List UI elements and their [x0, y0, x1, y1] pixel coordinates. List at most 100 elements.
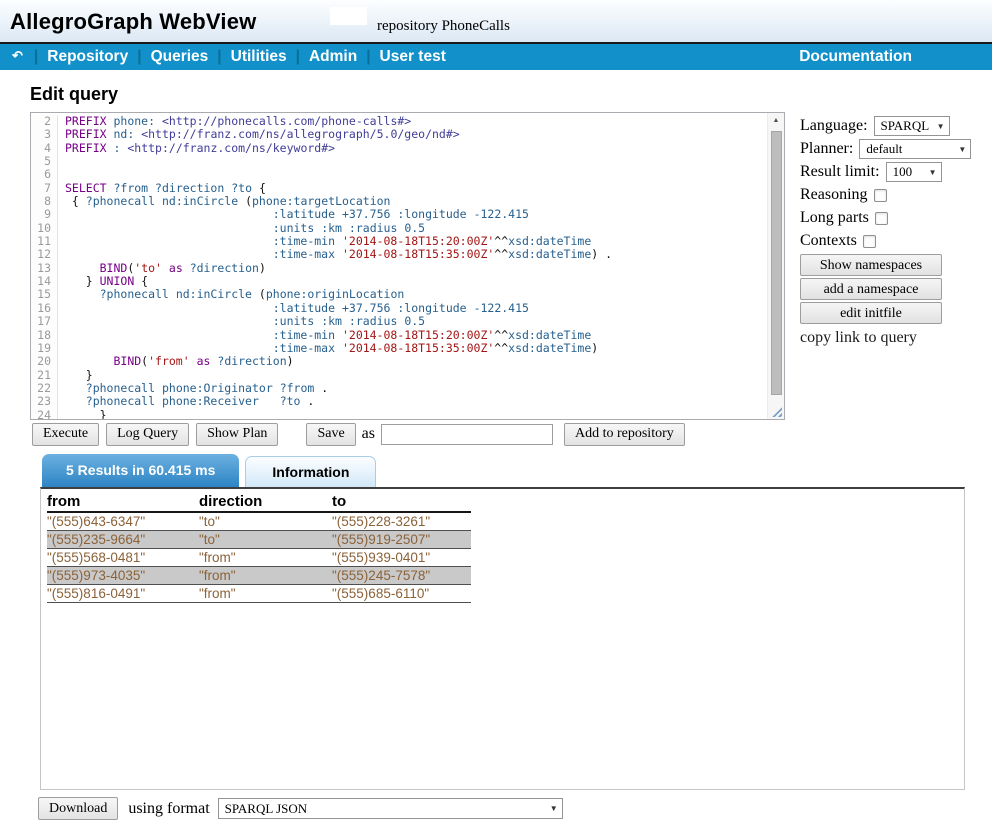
code-text[interactable]: ?phonecall nd:inCircle (phone:originLoca…: [65, 288, 404, 301]
long-parts-checkbox[interactable]: [875, 212, 888, 225]
tab-results[interactable]: 5 Results in 60.415 ms: [42, 454, 239, 487]
line-number: 7: [31, 182, 58, 195]
line-number: 15: [31, 288, 58, 301]
show-namespaces-button[interactable]: Show namespaces: [800, 254, 942, 276]
planner-select[interactable]: default ▼: [859, 139, 971, 159]
line-number: 4: [31, 142, 58, 155]
table-cell: "from": [199, 567, 332, 584]
code-line: 20 BIND('from' as ?direction): [31, 355, 767, 368]
code-text[interactable]: :time-min '2014-08-18T15:20:00Z'^^xsd:da…: [65, 235, 591, 248]
nav-item-user-test[interactable]: User test: [380, 48, 446, 66]
line-number: 12: [31, 248, 58, 261]
code-text[interactable]: :units :km :radius 0.5: [65, 222, 425, 235]
save-button[interactable]: Save: [306, 423, 355, 446]
nav-separator: |: [34, 48, 38, 66]
table-cell: "(555)245-7578": [332, 567, 471, 584]
nav-item-utilities[interactable]: Utilities: [231, 48, 287, 66]
code-line: 23 ?phonecall phone:Receiver ?to .: [31, 395, 767, 408]
code-line: 21 }: [31, 369, 767, 382]
code-line: 22 ?phonecall phone:Originator ?from .: [31, 382, 767, 395]
line-number: 21: [31, 369, 58, 382]
scroll-up-icon[interactable]: ▲: [768, 113, 784, 129]
code-line: 15 ?phonecall nd:inCircle (phone:originL…: [31, 288, 767, 301]
planner-value: default: [866, 141, 902, 157]
nav-item-queries[interactable]: Queries: [151, 48, 209, 66]
code-text[interactable]: :units :km :radius 0.5: [65, 315, 425, 328]
code-text[interactable]: } UNION {: [65, 275, 148, 288]
code-text[interactable]: :latitude +37.756 :longitude -122.415: [65, 208, 529, 221]
table-row: "(555)973-4035""from""(555)245-7578": [47, 567, 471, 585]
nav-separator: |: [217, 48, 221, 66]
chevron-down-icon: ▼: [937, 122, 945, 131]
code-line: 6: [31, 168, 767, 181]
code-text[interactable]: PREFIX phone: <http://phonecalls.com/pho…: [65, 115, 411, 128]
app-window: AllegroGraph WebView repository PhoneCal…: [0, 0, 992, 828]
log-query-button[interactable]: Log Query: [106, 423, 189, 446]
results-tabs: 5 Results in 60.415 ms Information: [42, 454, 376, 487]
code-line: 13 BIND('to' as ?direction): [31, 262, 767, 275]
code-line: 4 PREFIX : <http://franz.com/ns/keyword#>: [31, 142, 767, 155]
add-namespace-button[interactable]: add a namespace: [800, 278, 942, 300]
results-body: "(555)643-6347""to""(555)228-3261" "(555)…: [47, 513, 471, 603]
code-text[interactable]: PREFIX nd: <http://franz.com/ns/allegrog…: [65, 128, 460, 141]
query-options-sidebar: Language: SPARQL ▼ Planner: default ▼ Re…: [800, 116, 992, 347]
show-plan-button[interactable]: Show Plan: [196, 423, 278, 446]
format-select[interactable]: SPARQL JSON ▼: [218, 798, 563, 819]
table-cell: "(555)568-0481": [47, 549, 199, 566]
line-number: 2: [31, 115, 58, 128]
code-text[interactable]: BIND('from' as ?direction): [65, 355, 294, 368]
column-header-from: from: [47, 492, 199, 511]
download-button[interactable]: Download: [38, 797, 118, 820]
query-editor[interactable]: 2 PREFIX phone: <http://phonecalls.com/ph…: [30, 112, 785, 420]
table-row: "(555)643-6347""to""(555)228-3261": [47, 513, 471, 531]
code-line: 16 :latitude +37.756 :longitude -122.415: [31, 302, 767, 315]
line-number: 11: [31, 235, 58, 248]
line-number: 24: [31, 409, 58, 419]
line-number: 22: [31, 382, 58, 395]
repository-label: repository PhoneCalls: [377, 18, 510, 35]
result-limit-select[interactable]: 100 ▼: [886, 162, 942, 182]
code-line: 8 { ?phonecall nd:inCircle (phone:target…: [31, 195, 767, 208]
scrollbar-thumb[interactable]: [771, 131, 782, 395]
edit-initfile-button[interactable]: edit initfile: [800, 302, 942, 324]
line-number: 14: [31, 275, 58, 288]
line-number: 17: [31, 315, 58, 328]
code-text[interactable]: PREFIX : <http://franz.com/ns/keyword#>: [65, 142, 335, 155]
code-text[interactable]: ?phonecall phone:Originator ?from .: [65, 382, 328, 395]
line-number: 10: [31, 222, 58, 235]
nav-item-admin[interactable]: Admin: [309, 48, 357, 66]
back-icon[interactable]: ↶: [12, 48, 23, 64]
nav-item-repository[interactable]: Repository: [47, 48, 128, 66]
tab-information[interactable]: Information: [245, 456, 376, 487]
contexts-checkbox[interactable]: [863, 235, 876, 248]
code-text[interactable]: BIND('to' as ?direction): [65, 262, 266, 275]
chevron-down-icon: ▼: [929, 168, 937, 177]
code-text[interactable]: :latitude +37.756 :longitude -122.415: [65, 302, 529, 315]
line-number: 18: [31, 329, 58, 342]
execute-button[interactable]: Execute: [32, 423, 99, 446]
code-text[interactable]: ?phonecall phone:Receiver ?to .: [65, 395, 314, 408]
editor-scrollbar[interactable]: ▲: [767, 113, 784, 419]
code-text[interactable]: :time-max '2014-08-18T15:35:00Z'^^xsd:da…: [65, 248, 612, 261]
code-line: 17 :units :km :radius 0.5: [31, 315, 767, 328]
code-text[interactable]: }: [65, 409, 107, 419]
nav-separator: |: [366, 48, 370, 66]
add-to-repository-button[interactable]: Add to repository: [564, 423, 685, 446]
code-text[interactable]: }: [65, 369, 93, 382]
editor-lines[interactable]: 2 PREFIX phone: <http://phonecalls.com/ph…: [31, 115, 767, 419]
copy-link-to-query-link[interactable]: copy link to query: [800, 329, 992, 347]
nav-separator: |: [137, 48, 141, 66]
nav-item-documentation[interactable]: Documentation: [799, 48, 912, 66]
code-text[interactable]: SELECT ?from ?direction ?to {: [65, 182, 266, 195]
save-name-input[interactable]: [381, 424, 553, 445]
code-text[interactable]: :time-min '2014-08-18T15:20:00Z'^^xsd:da…: [65, 329, 591, 342]
contexts-label: Contexts: [800, 232, 857, 250]
code-text[interactable]: { ?phonecall nd:inCircle (phone:targetLo…: [65, 195, 390, 208]
line-number: 23: [31, 395, 58, 408]
code-line: 11 :time-min '2014-08-18T15:20:00Z'^^xsd…: [31, 235, 767, 248]
table-row: "(555)816-0491""from""(555)685-6110": [47, 585, 471, 603]
line-number: 13: [31, 262, 58, 275]
code-text[interactable]: :time-max '2014-08-18T15:35:00Z'^^xsd:da…: [65, 342, 598, 355]
language-select[interactable]: SPARQL ▼: [874, 116, 950, 136]
reasoning-checkbox[interactable]: [874, 189, 887, 202]
